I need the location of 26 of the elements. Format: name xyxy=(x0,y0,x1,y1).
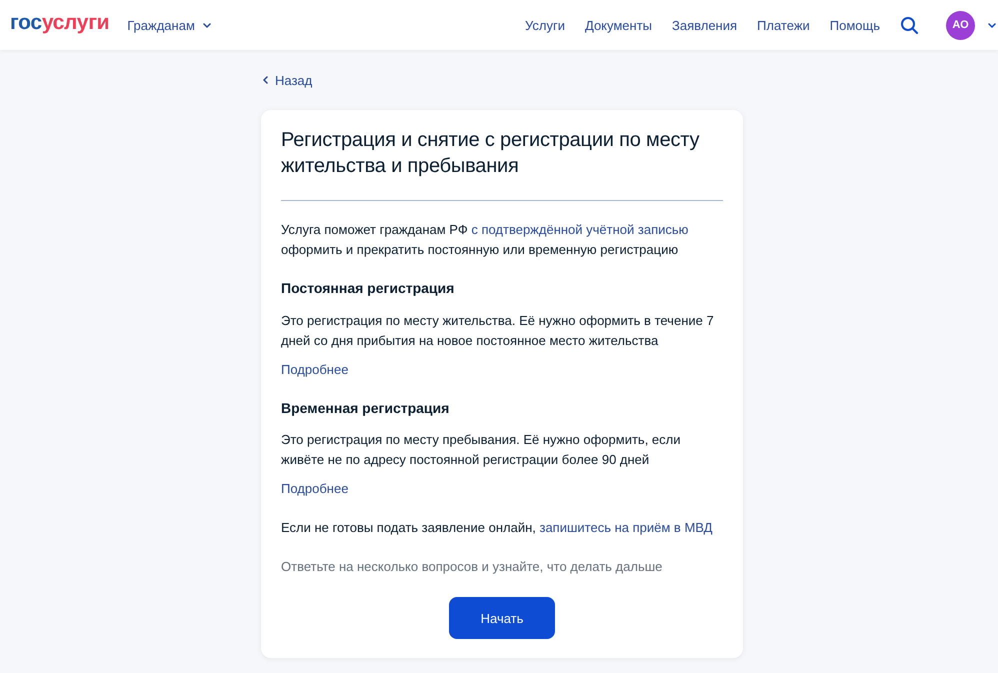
section-heading: Постоянная регистрация xyxy=(281,279,456,298)
logo[interactable]: госуслуги xyxy=(10,11,110,35)
nav-link[interactable]: Услуги xyxy=(525,18,565,32)
section-text: Это регистрация по месту пребывания. Её нужно оформить, если живёте не по адресу постоянной регистрации более 90 дней xyxy=(281,431,682,469)
avatar[interactable]: АО xyxy=(946,10,975,40)
audience-menu[interactable]: Гражданам xyxy=(127,18,211,32)
section-text: Это регистрация по месту жительства. Её нужно оформить в течение 7 дней со дня прибытия на новое постоянное место жительства xyxy=(281,312,715,350)
page-title: Регистрация и снятие с регистрации по месту жительства и пребывания xyxy=(281,128,700,179)
search-icon[interactable] xyxy=(901,16,918,34)
nav-link[interactable]: Помощь xyxy=(830,18,880,32)
nav-link[interactable]: Документы xyxy=(585,18,652,32)
appointment-link[interactable]: запишитесь на приём в МВД xyxy=(539,520,712,535)
nav-link[interactable]: Платежи xyxy=(757,18,810,32)
more-link[interactable]: Подробнее xyxy=(281,360,348,380)
nav-link[interactable]: Заявления xyxy=(672,18,738,32)
hint-text: Ответьте на несколько вопросов и узнайте, что делать дальше xyxy=(281,558,664,576)
back-link[interactable]: Назад xyxy=(261,72,312,88)
section-heading: Временная регистрация xyxy=(281,399,450,418)
chevron-down-icon xyxy=(202,22,211,28)
more-link[interactable]: Подробнее xyxy=(281,479,348,499)
chevron-left-icon xyxy=(263,76,268,84)
chevron-down-icon[interactable] xyxy=(988,22,996,28)
start-button[interactable]: Начать xyxy=(449,597,555,639)
account-link[interactable]: с подтверждённой учётной записью xyxy=(471,222,688,237)
offline-note: Если не готовы подать заявление онлайн, запишитесь на приём в МВД xyxy=(281,519,714,537)
intro-text: Услуга поможет гражданам РФ с подтверждённой учётной записью оформить и прекратить постоянную или временную регистрацию xyxy=(281,221,690,259)
